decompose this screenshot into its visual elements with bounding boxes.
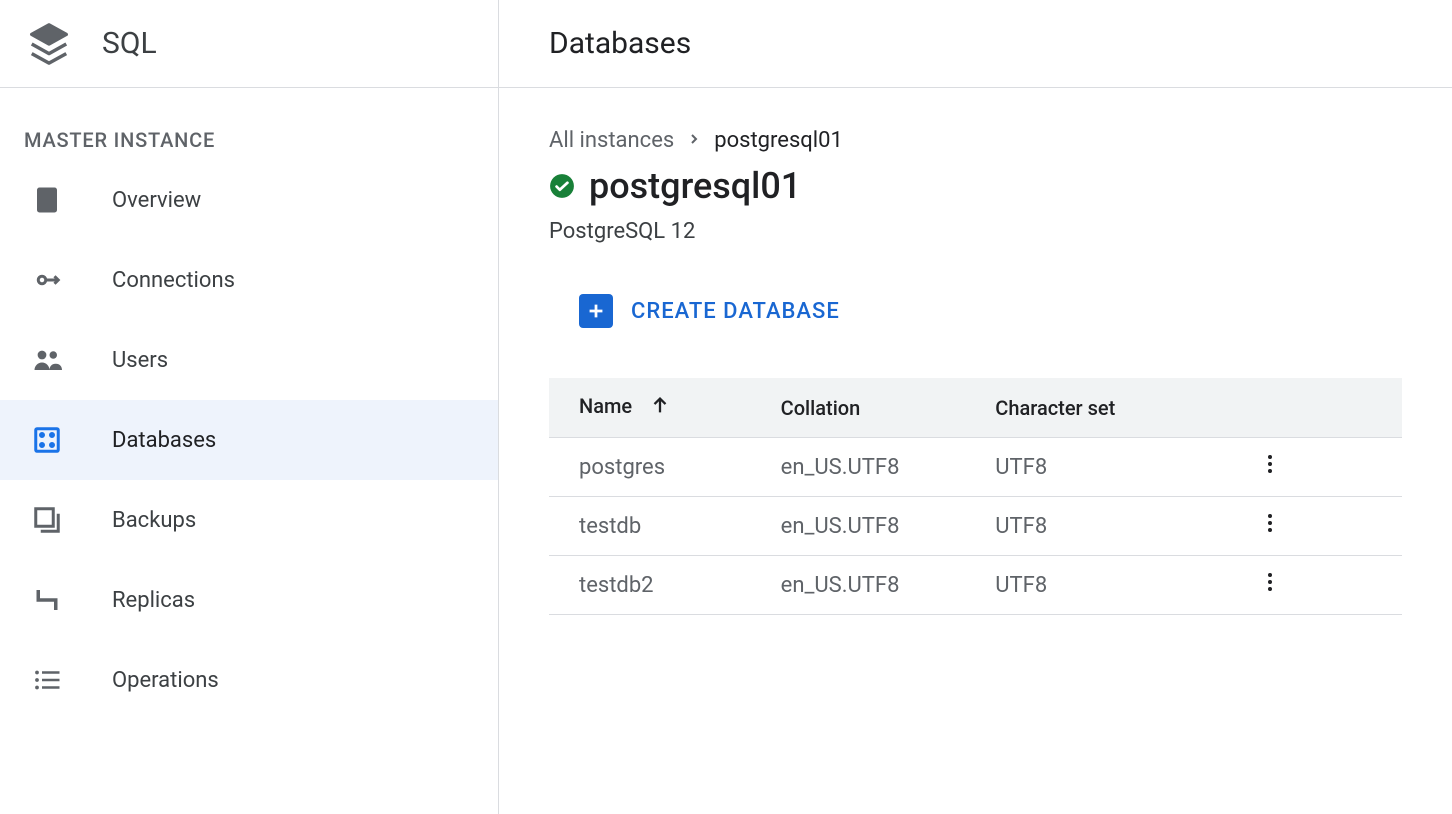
breadcrumb-current: postgresql01 (714, 128, 843, 153)
column-header-collation[interactable]: Collation (751, 378, 966, 438)
cell-collation: en_US.UTF8 (751, 556, 966, 615)
overview-icon (32, 185, 62, 215)
replicas-icon (32, 585, 62, 615)
sidebar-item-label: Overview (112, 188, 201, 213)
cell-charset: UTF8 (965, 556, 1228, 615)
operations-icon (32, 665, 62, 695)
column-header-name[interactable]: Name (549, 378, 751, 438)
sidebar-item-label: Databases (112, 428, 216, 453)
instance-name: postgresql01 (589, 165, 801, 207)
sidebar-item-backups[interactable]: Backups (0, 480, 498, 560)
sidebar-item-label: Operations (112, 668, 219, 693)
status-ok-icon (549, 173, 575, 199)
row-menu-button[interactable] (1258, 452, 1282, 476)
instance-title-row: postgresql01 (549, 165, 1402, 207)
cell-name: testdb2 (549, 556, 751, 615)
sidebar-item-users[interactable]: Users (0, 320, 498, 400)
databases-icon (32, 425, 62, 455)
instance-version: PostgreSQL 12 (549, 219, 1402, 244)
row-menu-button[interactable] (1258, 570, 1282, 594)
create-database-label: CREATE DATABASE (631, 299, 840, 324)
column-header-charset[interactable]: Character set (965, 378, 1228, 438)
create-database-button[interactable]: CREATE DATABASE (579, 294, 840, 328)
sidebar-header: SQL (0, 0, 498, 88)
cell-name: postgres (549, 438, 751, 497)
cell-collation: en_US.UTF8 (751, 497, 966, 556)
sidebar-nav: Overview Connections Users Databases (0, 160, 498, 720)
users-icon (32, 345, 62, 375)
sidebar-item-replicas[interactable]: Replicas (0, 560, 498, 640)
arrow-up-icon (649, 394, 671, 421)
sidebar-item-label: Backups (112, 508, 196, 533)
cell-charset: UTF8 (965, 438, 1228, 497)
sidebar: SQL MASTER INSTANCE Overview Connections (0, 0, 499, 814)
main-content: Databases All instances postgresql01 pos… (499, 0, 1452, 814)
page-title: Databases (549, 26, 691, 61)
sidebar-item-label: Users (112, 348, 168, 373)
cell-name: testdb (549, 497, 751, 556)
sidebar-section-label: MASTER INSTANCE (0, 88, 498, 160)
cell-charset: UTF8 (965, 497, 1228, 556)
sidebar-item-overview[interactable]: Overview (0, 160, 498, 240)
table-row: testdb en_US.UTF8 UTF8 (549, 497, 1402, 556)
breadcrumb-link[interactable]: All instances (549, 128, 674, 153)
chevron-right-icon (686, 128, 702, 153)
sidebar-item-label: Connections (112, 268, 235, 293)
main-header: Databases (499, 0, 1452, 88)
sql-logo-icon (26, 21, 72, 67)
column-header-actions (1228, 378, 1402, 438)
backups-icon (32, 505, 62, 535)
sidebar-item-operations[interactable]: Operations (0, 640, 498, 720)
cell-collation: en_US.UTF8 (751, 438, 966, 497)
plus-icon (579, 294, 613, 328)
table-row: postgres en_US.UTF8 UTF8 (549, 438, 1402, 497)
sidebar-item-connections[interactable]: Connections (0, 240, 498, 320)
sidebar-item-label: Replicas (112, 588, 195, 613)
databases-table: Name Collation Character set postgres e (549, 378, 1402, 615)
sidebar-item-databases[interactable]: Databases (0, 400, 498, 480)
breadcrumb: All instances postgresql01 (549, 128, 1402, 153)
connections-icon (32, 265, 62, 295)
sidebar-title: SQL (102, 26, 157, 61)
row-menu-button[interactable] (1258, 511, 1282, 535)
table-row: testdb2 en_US.UTF8 UTF8 (549, 556, 1402, 615)
